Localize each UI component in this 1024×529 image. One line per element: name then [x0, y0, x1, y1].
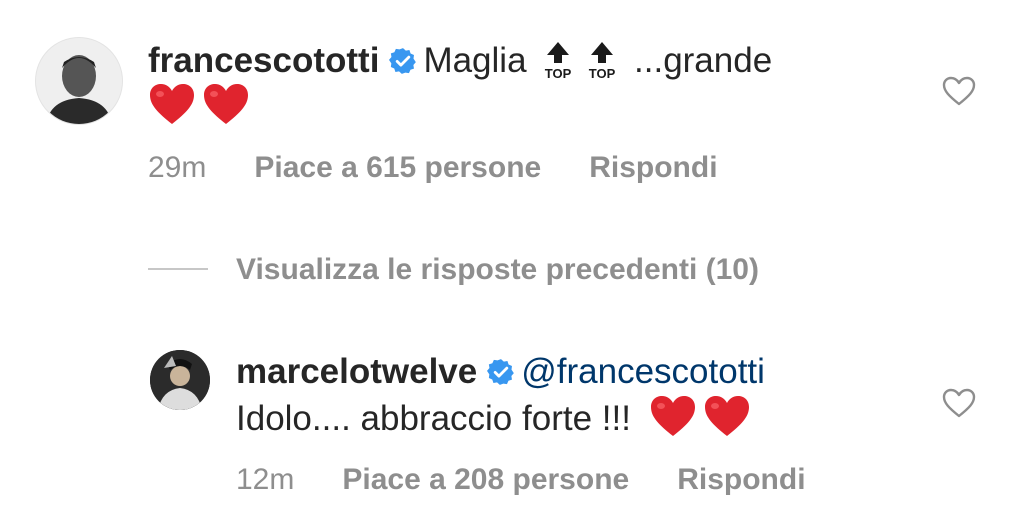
replies-divider-line [148, 268, 208, 270]
comment-2-mention-link[interactable]: @francescototti [521, 352, 765, 391]
comment-1-likes-count[interactable]: Piace a 615 persone [254, 151, 541, 184]
top-arrow-icon: TOP [540, 38, 576, 82]
comment-1-body: francescototti Maglia TOP TOP ...grande [148, 38, 772, 83]
red-heart-icon [649, 394, 697, 438]
comment-2-username[interactable]: marcelotwelve [236, 352, 477, 391]
comment-2-body: Idolo.... abbraccio forte !!! [236, 394, 757, 441]
comment-1-reply-button[interactable]: Rispondi [589, 151, 717, 184]
comment-1-meta: 29m Piace a 615 persone Rispondi [148, 150, 718, 186]
like-comment-2-heart-icon[interactable] [942, 388, 976, 418]
red-heart-icon [148, 82, 196, 126]
comment-2-header: marcelotwelve @francescototti [236, 350, 765, 394]
top-emoji-label: TOP [589, 66, 616, 81]
view-previous-replies-button[interactable]: Visualizza le risposte precedenti (10) [148, 252, 759, 288]
red-heart-icon [703, 394, 751, 438]
comment-1-hearts [148, 82, 256, 129]
comment-1-username[interactable]: francescototti [148, 41, 379, 80]
verified-badge-icon [487, 358, 515, 386]
top-arrow-icon: TOP [584, 38, 620, 82]
avatar-francescototti[interactable] [36, 38, 122, 124]
comment-1-time: 29m [148, 151, 207, 184]
avatar-marcelotwelve[interactable] [150, 350, 210, 410]
like-comment-1-heart-icon[interactable] [942, 76, 976, 106]
comment-1-text-after: ...grande [634, 41, 773, 80]
comment-1-text-word: Maglia [423, 41, 527, 80]
red-heart-icon [202, 82, 250, 126]
view-replies-label: Visualizza le risposte precedenti (10) [236, 253, 759, 286]
comment-2-likes-count[interactable]: Piace a 208 persone [342, 463, 629, 496]
top-emoji-label: TOP [545, 66, 572, 81]
comment-2-reply-button[interactable]: Rispondi [677, 463, 805, 496]
comment-2-text: Idolo.... abbraccio forte !!! [236, 399, 631, 438]
verified-badge-icon [389, 47, 417, 75]
comment-2-meta: 12m Piace a 208 persone Rispondi [236, 462, 806, 498]
comment-2-time: 12m [236, 463, 295, 496]
